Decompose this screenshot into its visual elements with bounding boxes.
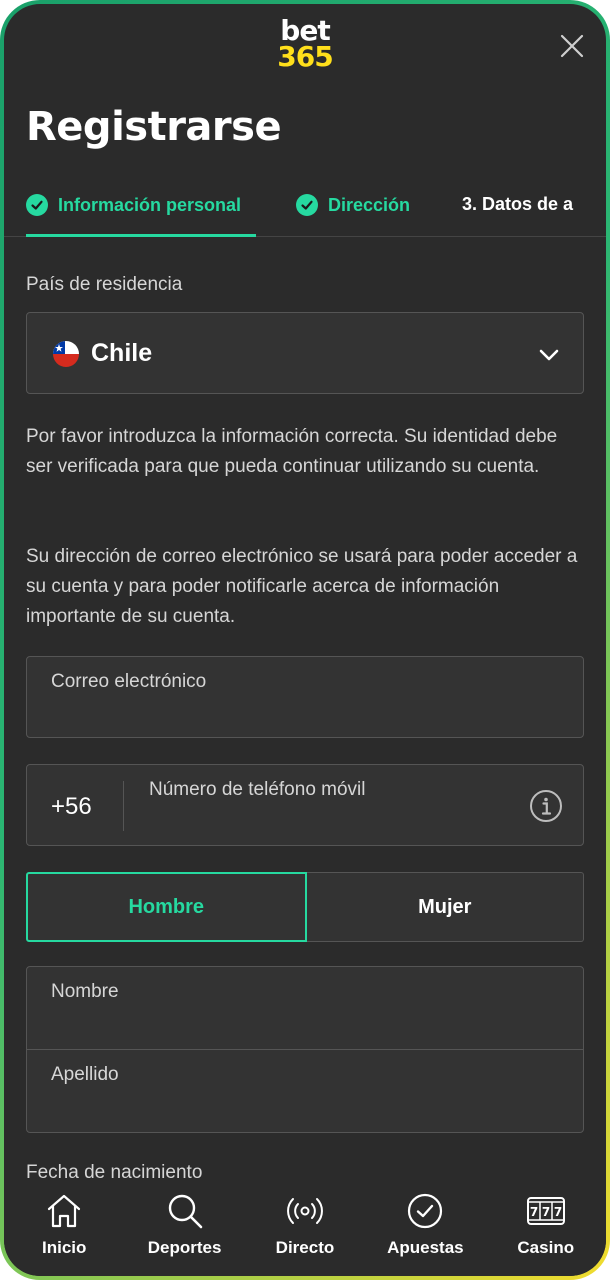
nav-label: Inicio — [41, 1238, 87, 1257]
first-name-placeholder: Nombre — [51, 981, 119, 1002]
nav-apuestas[interactable]: Apuestas — [365, 1178, 485, 1258]
nav-label: Directo — [275, 1238, 335, 1257]
step-account-data[interactable]: 3. Datos de a — [462, 194, 573, 215]
check-circle-icon — [408, 1193, 443, 1229]
gender-female-button[interactable]: Mujer — [306, 872, 584, 942]
home-icon — [48, 1194, 81, 1228]
email-notice: Su dirección de correo electrónico se us… — [26, 546, 578, 627]
live-icon — [287, 1198, 323, 1224]
step-label: Información personal — [58, 194, 242, 215]
svg-text:7: 7 — [554, 1205, 562, 1219]
registration-steps: Información personal Dirección 3. Datos … — [4, 184, 606, 237]
country-value: Chile — [91, 339, 153, 367]
page-title: Registrarse — [26, 104, 282, 150]
check-icon — [296, 194, 318, 216]
device-frame: bet 365 Registrarse Información personal… — [0, 0, 610, 1280]
email-placeholder: Correo electrónico — [51, 671, 207, 692]
last-name-placeholder: Apellido — [51, 1064, 119, 1085]
close-icon[interactable] — [558, 32, 586, 60]
nav-label: Deportes — [147, 1238, 222, 1257]
phone-placeholder: Número de teléfono móvil — [149, 779, 366, 800]
gender-toggle: Hombre Mujer — [26, 872, 584, 942]
prefix-divider — [123, 781, 124, 831]
screen: bet 365 Registrarse Información personal… — [4, 4, 606, 1276]
logo-bottom: 365 — [277, 39, 333, 73]
step-address[interactable]: Dirección — [296, 194, 410, 216]
phone-prefix[interactable]: +56 — [51, 793, 92, 821]
step-label: Dirección — [328, 194, 411, 215]
nav-deportes[interactable]: Deportes — [125, 1178, 245, 1258]
svg-text:7: 7 — [530, 1205, 538, 1219]
svg-text:7: 7 — [542, 1205, 550, 1219]
last-name-field[interactable]: Apellido — [26, 1049, 584, 1133]
slot-machine-icon: 7 7 7 — [526, 1197, 565, 1225]
nav-label: Casino — [517, 1238, 575, 1257]
bet365-logo: bet 365 — [4, 17, 606, 73]
search-icon — [168, 1194, 202, 1229]
active-step-underline — [26, 234, 256, 237]
nav-directo[interactable]: Directo — [245, 1178, 365, 1258]
nav-casino[interactable]: 7 7 7 Casino — [486, 1178, 606, 1258]
country-select[interactable]: Chile — [26, 312, 584, 394]
bottom-nav: Inicio Deportes Directo Apuestas 7 7 7 C… — [4, 1178, 606, 1276]
phone-field[interactable]: +56 Número de teléfono móvil — [26, 764, 584, 846]
gender-male-button[interactable]: Hombre — [26, 872, 307, 942]
step-personal-info[interactable]: Información personal — [26, 194, 241, 216]
check-icon — [26, 194, 48, 216]
nav-inicio[interactable]: Inicio — [4, 1178, 124, 1258]
chevron-down-icon — [539, 349, 559, 361]
chile-flag-icon — [53, 341, 79, 367]
country-label: País de residencia — [26, 274, 183, 295]
first-name-field[interactable]: Nombre — [26, 966, 584, 1050]
identity-notice: Por favor introduzca la información corr… — [26, 426, 558, 477]
info-icon[interactable] — [529, 789, 563, 823]
nav-label: Apuestas — [387, 1238, 464, 1257]
email-field[interactable]: Correo electrónico — [26, 656, 584, 738]
step-label: 3. Datos de a — [462, 194, 574, 214]
